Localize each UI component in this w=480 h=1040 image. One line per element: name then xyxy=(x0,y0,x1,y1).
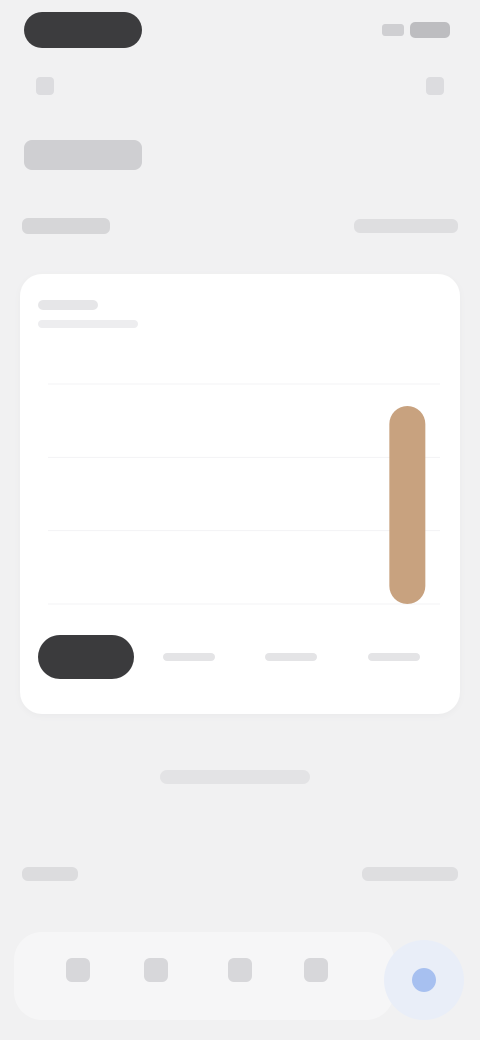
more-button[interactable] xyxy=(420,72,450,100)
range-segmented-control xyxy=(38,630,442,684)
profile-icon xyxy=(304,958,328,982)
second-section-action[interactable] xyxy=(362,867,458,881)
range-option-3-label xyxy=(265,653,318,661)
section-header xyxy=(22,212,458,240)
center-icon xyxy=(228,958,252,982)
nav-item-profile[interactable] xyxy=(292,946,340,994)
see-more-link[interactable] xyxy=(160,770,310,784)
nav-item-home[interactable] xyxy=(54,946,102,994)
back-icon xyxy=(36,77,54,95)
range-option-3[interactable] xyxy=(243,635,339,679)
status-time-pill xyxy=(24,12,142,48)
back-button[interactable] xyxy=(30,72,60,100)
range-option-2[interactable] xyxy=(141,635,237,679)
plus-icon xyxy=(412,968,436,992)
stats-icon xyxy=(144,958,168,982)
chart-bar[interactable] xyxy=(389,406,426,604)
range-option-4-label xyxy=(367,653,420,661)
battery-icon xyxy=(410,22,450,38)
home-icon xyxy=(66,958,90,982)
chart-card xyxy=(20,274,460,714)
add-button[interactable] xyxy=(384,940,464,1020)
range-option-1[interactable] xyxy=(38,635,134,679)
page-title xyxy=(24,140,142,170)
signal-icon xyxy=(382,24,404,36)
nav-item-center[interactable] xyxy=(216,946,264,994)
range-option-2-label xyxy=(162,653,215,661)
range-option-4[interactable] xyxy=(346,635,442,679)
bottom-nav xyxy=(0,920,480,1040)
more-icon xyxy=(426,77,444,95)
status-icons xyxy=(358,20,450,40)
section-action-link[interactable] xyxy=(354,219,458,233)
nav-item-stats[interactable] xyxy=(132,946,180,994)
second-section-header xyxy=(22,860,458,888)
second-section-title xyxy=(22,867,78,881)
section-title xyxy=(22,218,110,234)
screen xyxy=(0,0,480,1040)
